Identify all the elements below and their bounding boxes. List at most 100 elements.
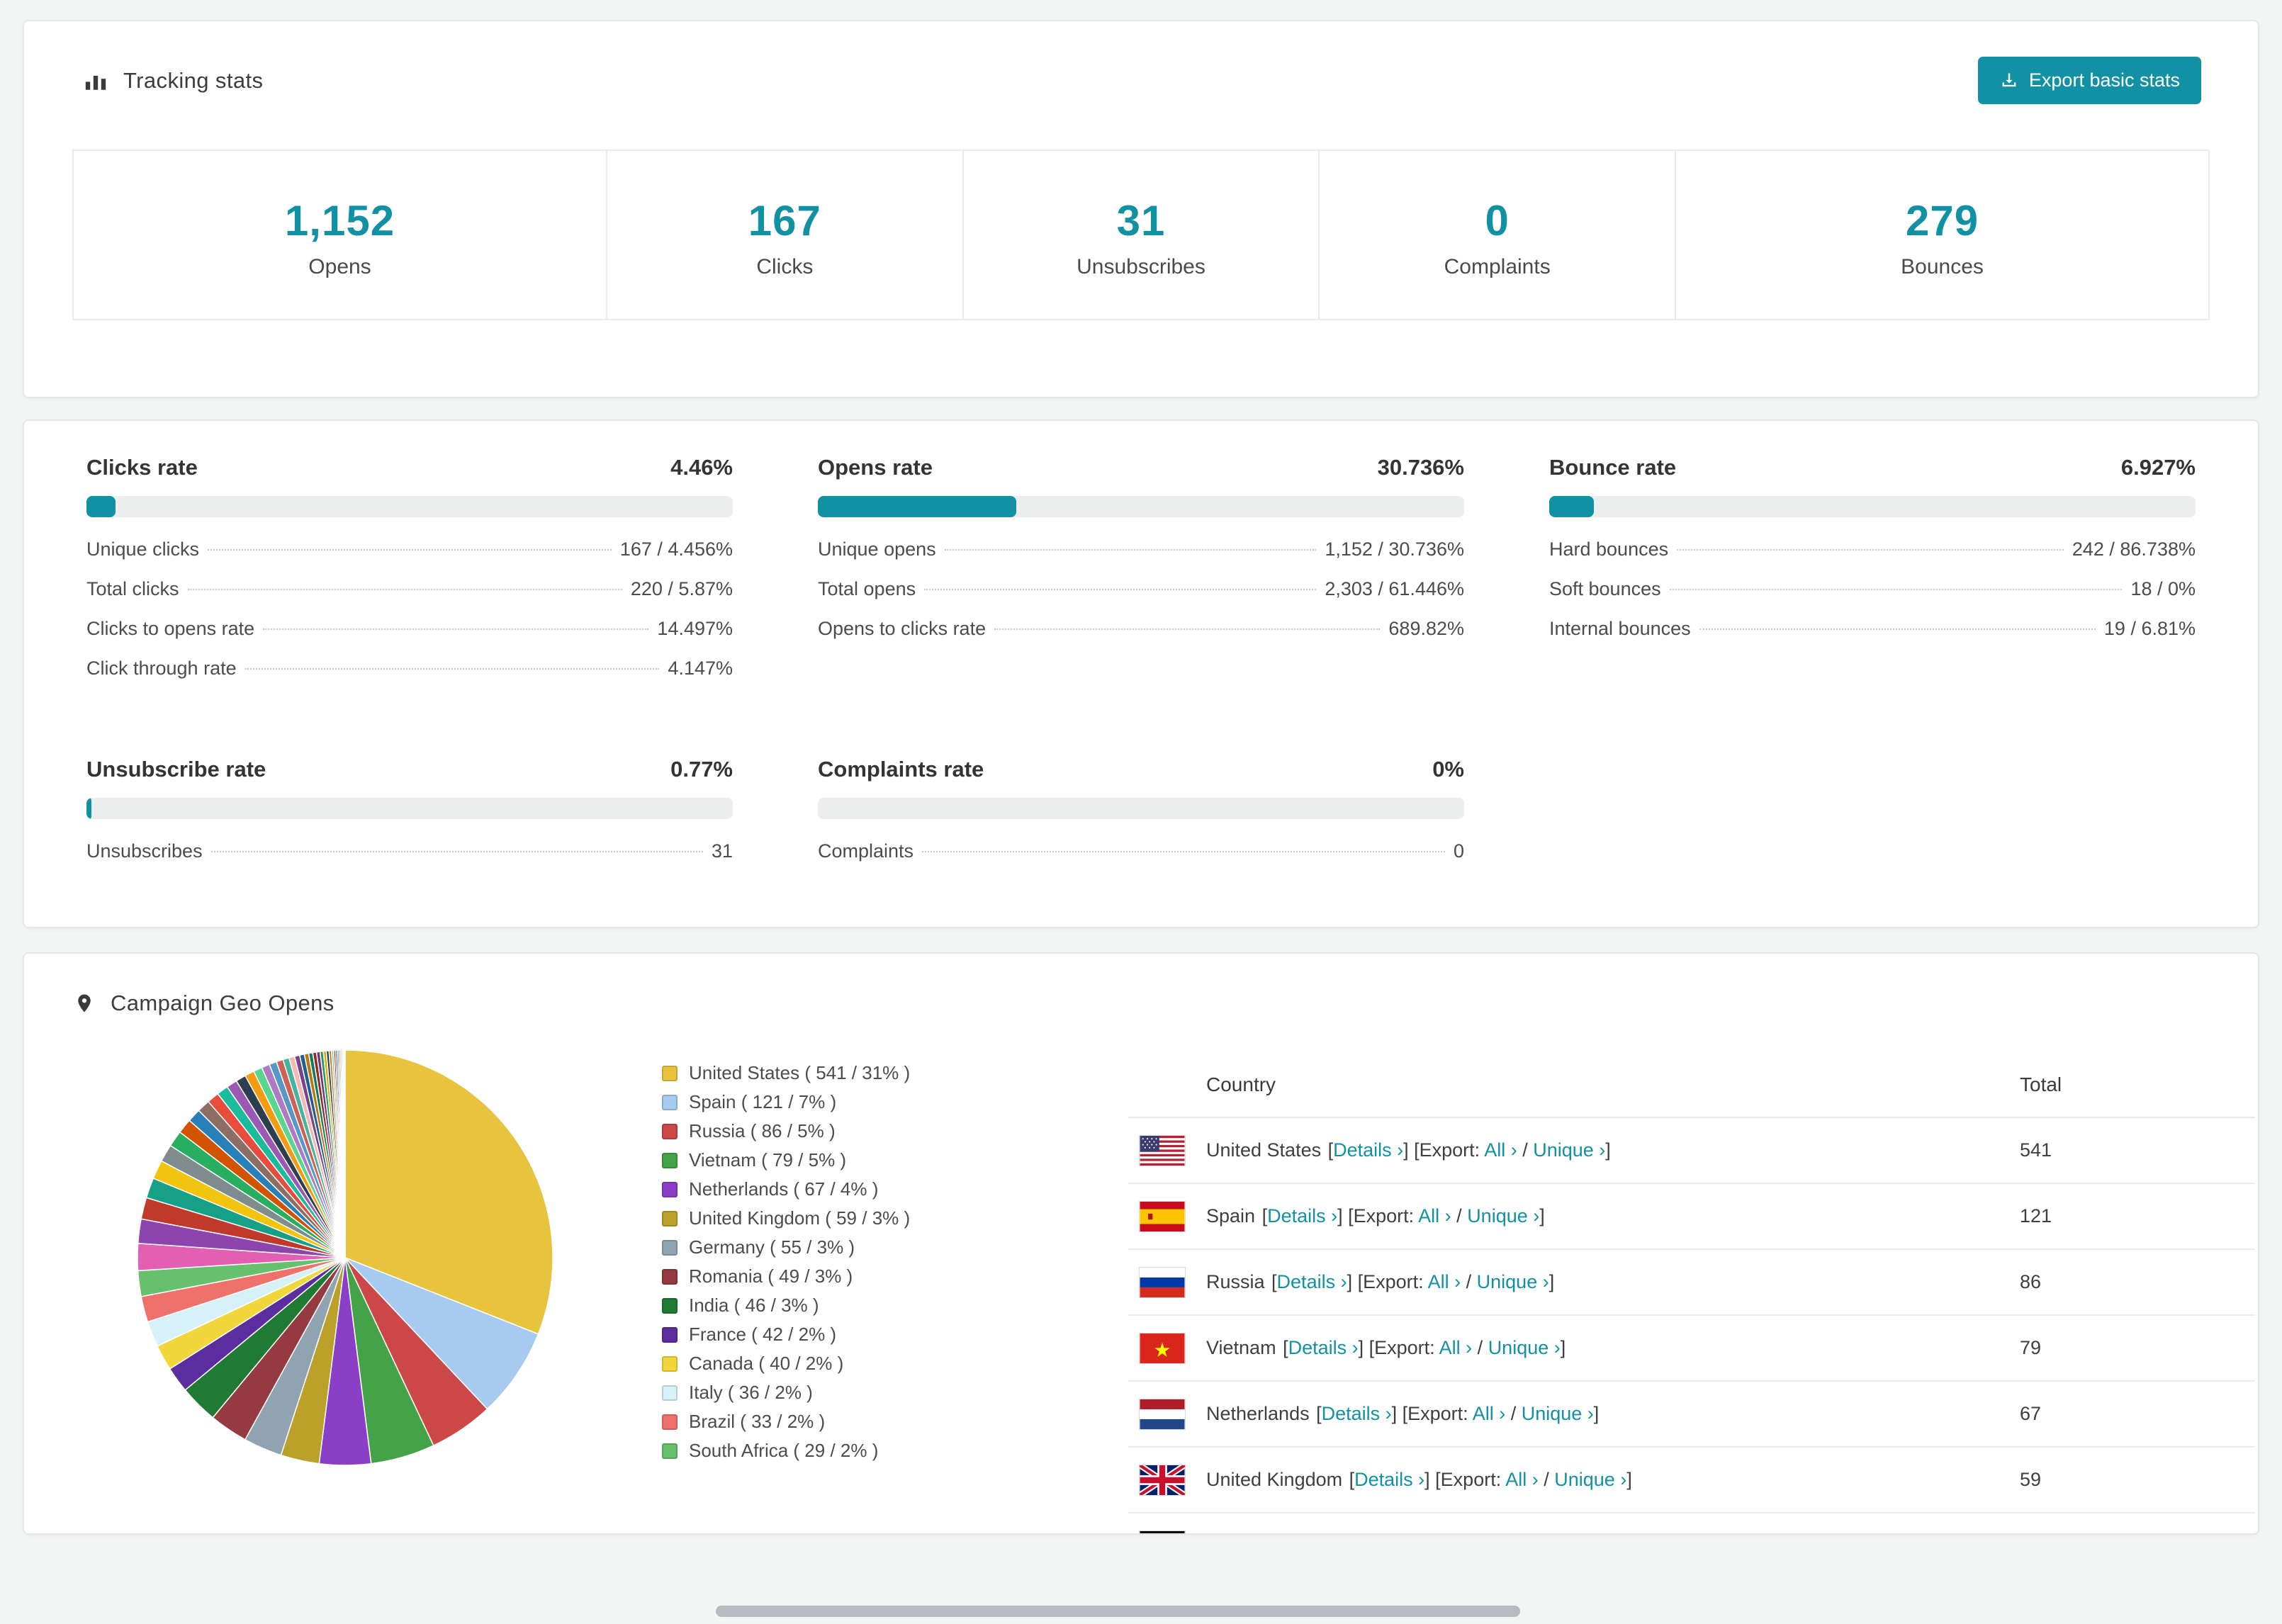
geo-opens-title: Campaign Geo Opens bbox=[111, 991, 335, 1015]
legend-label: Italy ( 36 / 2% ) bbox=[689, 1382, 813, 1403]
legend-label: Romania ( 49 / 3% ) bbox=[689, 1265, 853, 1287]
rate-stat-row: Clicks to opens rate 14.497% bbox=[86, 618, 733, 658]
legend-chip-united-kingdom bbox=[662, 1210, 678, 1227]
dotted-leader bbox=[187, 589, 622, 590]
rate-stat-value: 18 / 0% bbox=[2130, 578, 2196, 599]
country-cell: United Kingdom [Details ›] [Export: All … bbox=[1206, 1469, 2020, 1491]
legend-chip-france bbox=[662, 1326, 678, 1343]
rate-panel-unsubscribe-rate: Unsubscribe rate 0.77% Unsubscribes 31 bbox=[86, 757, 733, 880]
rate-list: Unique clicks 167 / 4.456% Total clicks 220… bbox=[86, 538, 733, 697]
dotted-leader bbox=[1677, 549, 2064, 551]
link-bracket-text: / bbox=[1505, 1403, 1522, 1424]
dashboard-page: Tracking stats Export basic stats 1,152 O… bbox=[0, 0, 2282, 1624]
rate-panel-header: Bounce rate 6.927% bbox=[1549, 455, 2196, 480]
details-link[interactable]: Details › bbox=[1322, 1403, 1392, 1424]
rate-stat-row: Click through rate 4.147% bbox=[86, 658, 733, 697]
total-cell: 67 bbox=[2020, 1403, 2042, 1424]
details-link[interactable]: Details › bbox=[1288, 1337, 1359, 1358]
legend-chip-netherlands bbox=[662, 1181, 678, 1197]
link-bracket-text: ] [Export: bbox=[1391, 1403, 1473, 1424]
rate-stat-label: Unique opens bbox=[818, 538, 936, 560]
dotted-leader bbox=[263, 628, 649, 630]
legend-label: United Kingdom ( 59 / 3% ) bbox=[689, 1207, 911, 1229]
legend-item-united-kingdom: United Kingdom ( 59 / 3% ) bbox=[662, 1204, 910, 1233]
export-all-link[interactable]: All › bbox=[1439, 1337, 1473, 1358]
legend-label: France ( 42 / 2% ) bbox=[689, 1324, 837, 1345]
dotted-leader bbox=[1669, 589, 2123, 590]
legend-chip-germany bbox=[662, 1239, 678, 1256]
rate-title: Opens rate bbox=[818, 455, 933, 480]
export-all-link[interactable]: All › bbox=[1484, 1139, 1517, 1161]
stat-value: 31 bbox=[1116, 197, 1166, 244]
legend-item-south-africa: South Africa ( 29 / 2% ) bbox=[662, 1436, 910, 1465]
legend-item-france: France ( 42 / 2% ) bbox=[662, 1320, 910, 1349]
country-name: Russia bbox=[1206, 1271, 1265, 1292]
progress-bar-track bbox=[1549, 496, 2196, 517]
gb-flag-icon bbox=[1140, 1465, 1185, 1495]
progress-bar-track bbox=[818, 798, 1464, 819]
details-link[interactable]: Details › bbox=[1267, 1205, 1337, 1227]
link-bracket-text: / bbox=[1517, 1139, 1534, 1161]
stat-label: Complaints bbox=[1444, 255, 1551, 278]
legend-label: Germany ( 55 / 3% ) bbox=[689, 1236, 855, 1258]
export-basic-stats-button[interactable]: Export basic stats bbox=[1977, 57, 2201, 104]
geo-opens-title-wrap: Campaign Geo Opens bbox=[74, 991, 335, 1016]
progress-bar-track bbox=[86, 496, 733, 517]
rate-stat-label: Complaints bbox=[818, 840, 914, 862]
map-marker-icon bbox=[74, 991, 95, 1015]
total-cell: 86 bbox=[2020, 1271, 2042, 1292]
details-link[interactable]: Details › bbox=[1354, 1469, 1424, 1490]
link-bracket-text: [ bbox=[1310, 1403, 1322, 1424]
geo-opens-header: Campaign Geo Opens bbox=[24, 954, 2258, 1042]
rate-stat-value: 220 / 5.87% bbox=[630, 578, 733, 599]
country-name: United States bbox=[1206, 1139, 1322, 1161]
country-name: Netherlands bbox=[1206, 1403, 1310, 1424]
legend-chip-vietnam bbox=[662, 1152, 678, 1168]
export-unique-link[interactable]: Unique › bbox=[1477, 1271, 1549, 1292]
export-all-link[interactable]: All › bbox=[1473, 1403, 1506, 1424]
horizontal-scrollbar-thumb[interactable] bbox=[716, 1606, 1520, 1617]
horizontal-scrollbar[interactable] bbox=[0, 1606, 2282, 1618]
rate-stat-label: Click through rate bbox=[86, 658, 237, 679]
export-all-link[interactable]: All › bbox=[1428, 1271, 1461, 1292]
export-all-link[interactable]: All › bbox=[1505, 1469, 1539, 1490]
legend-label: United States ( 541 / 31% ) bbox=[689, 1062, 911, 1083]
rate-value: 0% bbox=[1432, 757, 1464, 782]
tracking-stats-title: Tracking stats bbox=[123, 67, 264, 93]
rate-stat-row: Unique clicks 167 / 4.456% bbox=[86, 538, 733, 578]
legend-chip-canada bbox=[662, 1355, 678, 1372]
rate-panel-bounce-rate: Bounce rate 6.927% Hard bounces 242 / 86.73… bbox=[1549, 455, 2196, 697]
link-bracket-text: ] bbox=[1539, 1205, 1545, 1227]
link-bracket-text: ] bbox=[1605, 1139, 1611, 1161]
geo-opens-pie-chart[interactable] bbox=[136, 1049, 554, 1467]
export-unique-link[interactable]: Unique › bbox=[1488, 1337, 1561, 1358]
details-link[interactable]: Details › bbox=[1277, 1271, 1347, 1292]
export-unique-link[interactable]: Unique › bbox=[1522, 1403, 1594, 1424]
export-unique-link[interactable]: Unique › bbox=[1467, 1205, 1539, 1227]
details-link[interactable]: Details › bbox=[1333, 1139, 1403, 1161]
link-bracket-text: ] [Export: bbox=[1424, 1469, 1506, 1490]
country-cell: Russia [Details ›] [Export: All › / Uniq… bbox=[1206, 1271, 2020, 1293]
rate-panel-header: Complaints rate 0% bbox=[818, 757, 1464, 782]
table-row-netherlands: Netherlands [Details ›] [Export: All › /… bbox=[1128, 1382, 2255, 1448]
legend-chip-romania bbox=[662, 1268, 678, 1285]
rate-stat-row: Unsubscribes 31 bbox=[86, 840, 733, 880]
link-bracket-text: / bbox=[1538, 1469, 1555, 1490]
tracking-stats-title-wrap: Tracking stats bbox=[84, 68, 263, 94]
legend-item-russia: Russia ( 86 / 5% ) bbox=[662, 1117, 910, 1146]
rate-list: Unique opens 1,152 / 30.736% Total opens 2,… bbox=[818, 538, 1464, 658]
rate-stat-label: Total clicks bbox=[86, 578, 179, 599]
geo-table: Country Total United States [Details ›] … bbox=[1128, 1053, 2255, 1533]
export-all-link[interactable]: All › bbox=[1418, 1205, 1451, 1227]
geo-opens-body: United States ( 541 / 31% ) Spain ( 121 /… bbox=[24, 1042, 2258, 1533]
rate-title: Complaints rate bbox=[818, 757, 984, 782]
link-bracket-text: / bbox=[1461, 1271, 1477, 1292]
export-unique-link[interactable]: Unique › bbox=[1554, 1469, 1626, 1490]
export-unique-link[interactable]: Unique › bbox=[1533, 1139, 1605, 1161]
rate-list: Hard bounces 242 / 86.738% Soft bounces 18 … bbox=[1549, 538, 2196, 658]
rate-list: Unsubscribes 31 bbox=[86, 840, 733, 880]
link-bracket-text: ] [Export: bbox=[1337, 1205, 1419, 1227]
rate-panel-header: Unsubscribe rate 0.77% bbox=[86, 757, 733, 782]
table-row-vietnam: Vietnam [Details ›] [Export: All › / Uni… bbox=[1128, 1316, 2255, 1382]
stat-box-unsubscribes: 31 Unsubscribes bbox=[964, 151, 1320, 319]
